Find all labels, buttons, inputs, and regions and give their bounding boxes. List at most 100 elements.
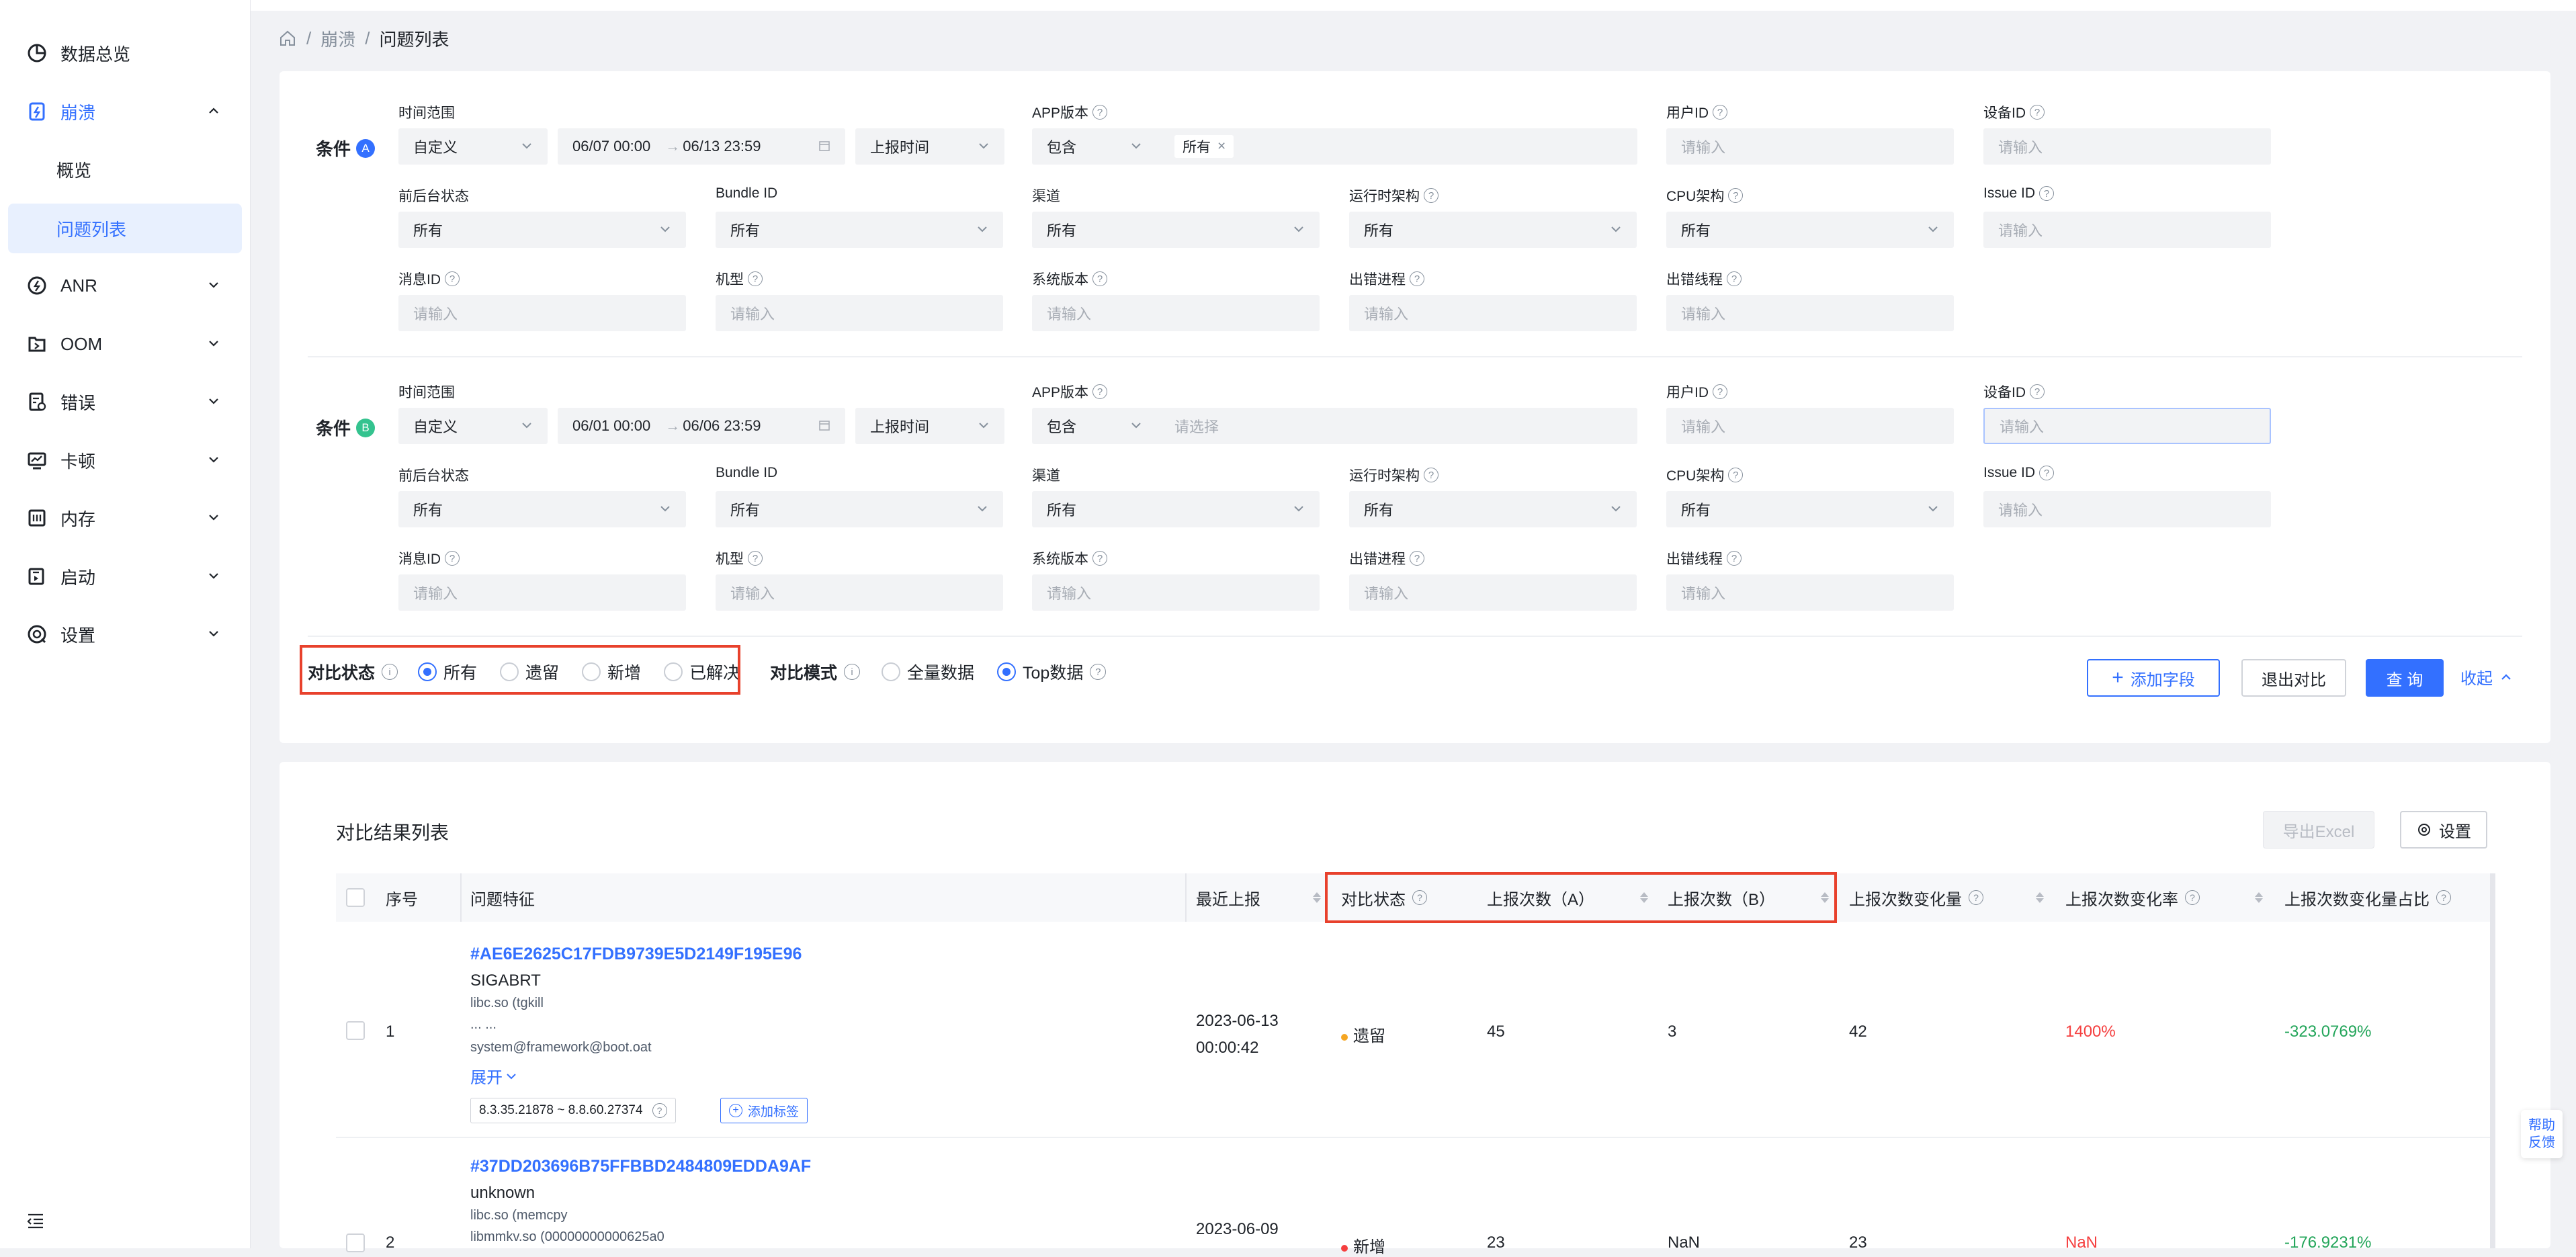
scrollbar[interactable] [2490,873,2495,1248]
a-issue-id-input[interactable]: 请输入 [1983,212,2271,248]
chevron-down-icon [507,1073,516,1079]
help-icon: ? [1092,384,1108,399]
a-time-type-select[interactable]: 上报时间 [855,128,1004,165]
add-tag-button[interactable]: + 添加标签 [720,1098,808,1123]
a-err-thread-input[interactable]: 请输入 [1666,295,1954,331]
stack-line: system@framework@boot.oat [470,1040,652,1055]
a-cpu-arch-select[interactable]: 所有 [1666,212,1954,248]
sidebar-item-anr[interactable]: ANR [0,261,250,310]
chevron-down-icon [206,451,222,468]
breadcrumb-crash[interactable]: 崩溃 [320,26,355,51]
b-msg-id-input[interactable]: 请输入 [398,574,686,611]
a-os-version-input[interactable]: 请输入 [1032,295,1320,331]
a-time-preset-select[interactable]: 自定义 [398,128,548,165]
issue-hash-link[interactable]: #AE6E2625C17FDB9739E5D2149F195E96 [470,945,802,964]
sidebar-item-overview[interactable]: 数据总览 [0,28,250,78]
status-badge: 遗留 [1341,1023,1385,1046]
b-user-id-input[interactable]: 请输入 [1666,408,1954,444]
b-err-thread-input[interactable]: 请输入 [1666,574,1954,611]
sidebar-item-crash-overview[interactable]: 概览 [0,144,250,194]
stack-line: libc.so (memcpy [470,1208,568,1223]
b-runtime-arch-select[interactable]: 所有 [1349,491,1637,527]
help-icon: ? [1713,384,1727,399]
issue-hash-link[interactable]: #37DD203696B75FFBBD2484809EDDA9AF [470,1157,811,1176]
a-app-version-field[interactable]: 包含 所有 × [1032,128,1637,165]
expand-link[interactable]: 展开 [470,1064,517,1088]
launch-icon [26,565,48,588]
collapse-sidebar-icon[interactable] [26,1211,46,1231]
a-date-range-picker[interactable]: 06/07 00:00 → 06/13 23:59 [558,128,845,165]
sidebar-item-crash[interactable]: 崩溃 [0,87,250,136]
a-channel-select[interactable]: 所有 [1032,212,1320,248]
a-bundle-id-select[interactable]: 所有 [716,212,1003,248]
b-app-version-field[interactable]: 包含 请选择 [1032,408,1637,444]
sidebar-item-memory[interactable]: 内存 [0,493,250,543]
sidebar-item-label: ANR [60,275,97,296]
sidebar-item-issue-list[interactable]: 问题列表 [8,204,242,253]
a-fg-bg-select[interactable]: 所有 [398,212,686,248]
a-device-id-input[interactable]: 请输入 [1983,128,2271,165]
close-icon: × [1217,138,1226,154]
col-last-report[interactable]: 最近上报 [1196,873,1321,922]
table-settings-button[interactable]: 设置 [2400,811,2487,849]
collapse-button[interactable]: 收起 [2460,665,2513,689]
select-all-checkbox[interactable] [346,888,365,907]
radio-mode-full[interactable]: 全量数据 [882,660,974,684]
label-err-thread: 出错线程? [1666,548,1742,568]
row-checkbox[interactable] [346,1021,365,1040]
sidebar-item-label: 数据总览 [60,44,131,64]
label-model: 机型? [716,269,763,289]
chevron-down-icon [206,393,222,409]
export-excel-button[interactable]: 导出Excel [2263,811,2374,849]
add-field-button[interactable]: + 添加字段 [2087,659,2220,697]
a-err-process-input[interactable]: 请输入 [1349,295,1637,331]
label-runtime-arch: 运行时架构? [1349,185,1439,206]
a-user-id-input[interactable]: 请输入 [1666,128,1954,165]
exit-compare-button[interactable]: 退出对比 [2241,659,2346,697]
b-time-type-select[interactable]: 上报时间 [855,408,1004,444]
a-runtime-arch-select[interactable]: 所有 [1349,212,1637,248]
b-os-version-input[interactable]: 请输入 [1032,574,1320,611]
highlight-box [1325,872,1837,923]
b-cpu-arch-select[interactable]: 所有 [1666,491,1954,527]
sidebar-item-launch[interactable]: 启动 [0,552,250,601]
b-fg-bg-select[interactable]: 所有 [398,491,686,527]
b-bundle-id-select[interactable]: 所有 [716,491,1003,527]
stack-line: ... ... [470,1017,497,1032]
help-icon: ? [1424,188,1439,203]
help-feedback-button[interactable]: 帮助 反馈 [2521,1110,2563,1158]
sidebar-item-settings[interactable]: 设置 [0,609,250,659]
b-issue-id-input[interactable]: 请输入 [1983,491,2271,527]
memory-icon [26,507,48,529]
b-date-range-picker[interactable]: 06/01 00:00 → 06/06 23:59 [558,408,845,444]
label-os-version: 系统版本? [1032,548,1107,568]
label-runtime-arch: 运行时架构? [1349,465,1439,485]
b-channel-select[interactable]: 所有 [1032,491,1320,527]
help-icon: ? [1727,271,1742,286]
sidebar-item-lag[interactable]: 卡顿 [0,435,250,485]
b-err-process-input[interactable]: 请输入 [1349,574,1637,611]
sidebar-item-oom[interactable]: OOM [0,319,250,369]
condition-b-badge: B [356,418,376,437]
row-checkbox[interactable] [346,1233,365,1252]
query-button[interactable]: 查 询 [2366,659,2444,697]
col-count-delta[interactable]: 上报次数变化量? [1849,873,2044,922]
b-device-id-input[interactable]: 请输入 [1983,408,2271,444]
breadcrumb: / 崩溃 / 问题列表 [278,27,449,50]
sidebar-item-error[interactable]: 错误 [0,377,250,427]
b-model-input[interactable]: 请输入 [716,574,1003,611]
label-bundle-id: Bundle ID [716,185,778,201]
results-title: 对比结果列表 [336,822,449,843]
a-msg-id-input[interactable]: 请输入 [398,295,686,331]
app-version-tag[interactable]: 所有 × [1174,135,1234,158]
count-rate: 1400% [2065,1023,2116,1041]
label-fg-bg: 前后台状态 [398,189,469,204]
home-icon[interactable] [278,29,297,48]
a-model-input[interactable]: 请输入 [716,295,1003,331]
radio-mode-top[interactable]: Top数据 [997,660,1083,684]
help-icon: ? [1728,468,1744,482]
b-time-preset-select[interactable]: 自定义 [398,408,548,444]
label-model: 机型? [716,548,763,568]
col-count-rate[interactable]: 上报次数变化率? [2065,873,2263,922]
condition-label: 条件 [316,419,351,439]
